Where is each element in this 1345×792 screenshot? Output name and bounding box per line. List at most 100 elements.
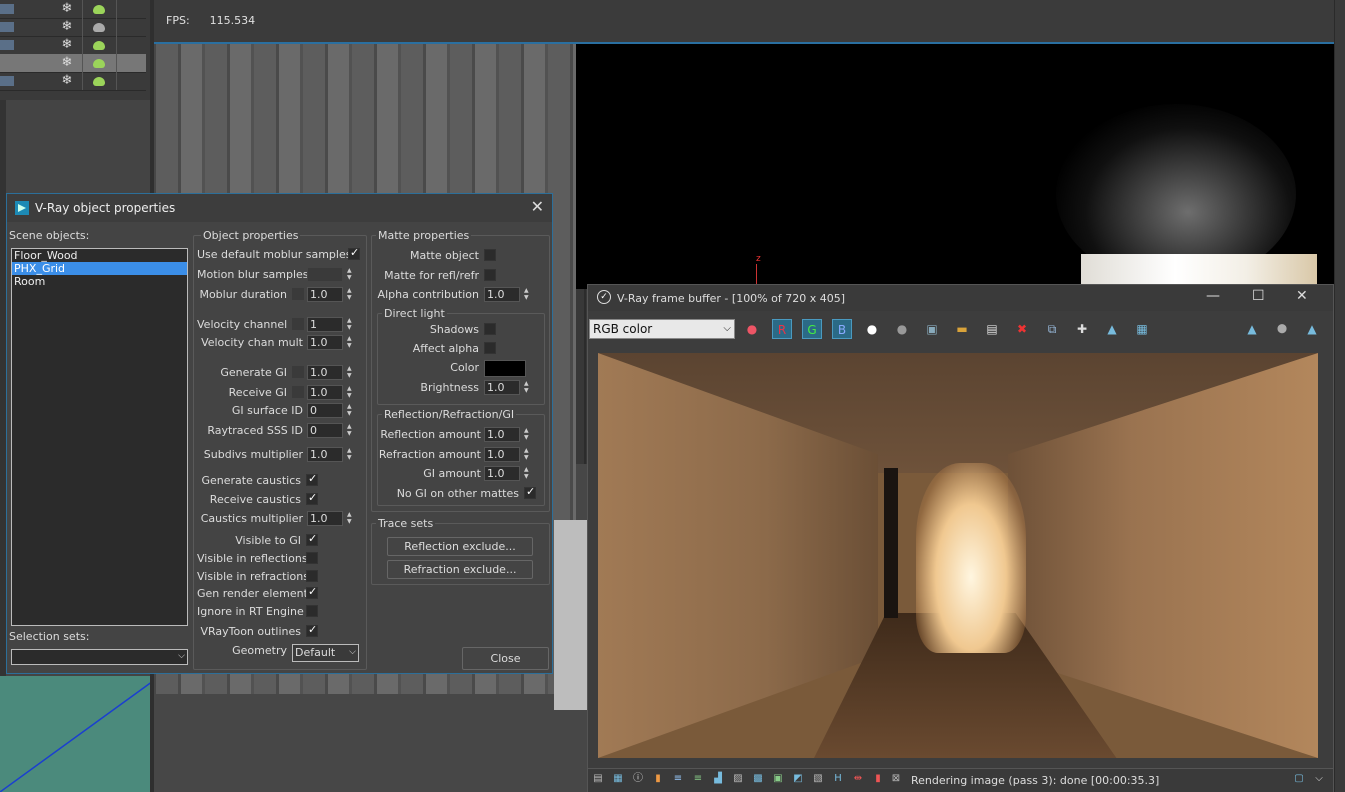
histogram-icon[interactable]: ▟ <box>712 773 724 785</box>
compare-icon[interactable]: ▦ <box>1132 319 1152 339</box>
close-icon[interactable]: ✕ <box>1296 288 1308 304</box>
duplicate-vfb-icon[interactable]: ⧉ <box>1042 319 1062 339</box>
hdr-icon[interactable]: H <box>832 773 844 785</box>
use-default-moblur-checkbox[interactable] <box>348 246 360 260</box>
command-panel-edge <box>1334 0 1345 792</box>
teapot-render-icon[interactable] <box>90 38 108 52</box>
viewport-header: FPS: 115.534 <box>154 0 1334 44</box>
curve-icon[interactable]: ▨ <box>732 773 744 785</box>
clipboard-icon[interactable]: ▤ <box>982 319 1002 339</box>
moblur-duration-checkbox[interactable] <box>292 288 304 300</box>
ignore-in-rt-checkbox[interactable] <box>306 605 318 617</box>
scene-row[interactable]: ❄ <box>0 36 146 55</box>
scene-row[interactable]: ❄ <box>0 0 146 19</box>
info-icon[interactable]: ⓘ <box>632 773 644 785</box>
channel-select[interactable]: RGB color ⌵ <box>589 319 735 339</box>
open-folder-icon[interactable]: ▬ <box>952 319 972 339</box>
scene-row[interactable]: ❄ <box>0 72 146 91</box>
minimize-icon[interactable]: — <box>1206 288 1220 304</box>
visible-to-gi-checkbox[interactable] <box>306 532 318 546</box>
color-correction-icon[interactable]: ▮ <box>652 773 664 785</box>
freeze-icon[interactable]: ❄ <box>58 19 76 35</box>
shadows-checkbox[interactable] <box>484 323 496 335</box>
fps-readout: FPS: 115.534 <box>166 14 256 27</box>
selection-sets-dropdown[interactable]: ⌵ <box>11 649 188 665</box>
blue-channel-button[interactable]: B <box>832 319 852 339</box>
false-color-icon[interactable]: ▮ <box>872 773 884 785</box>
maximize-icon[interactable]: ☐ <box>1252 288 1265 304</box>
close-icon[interactable]: ✕ <box>531 197 544 216</box>
matte-refl-checkbox[interactable] <box>484 269 496 281</box>
freeze-icon[interactable]: ❄ <box>58 37 76 53</box>
vfb-title: V-Ray frame buffer - [100% of 720 x 405] <box>617 292 846 305</box>
vfb-titlebar[interactable]: ✓ V-Ray frame buffer - [100% of 720 x 40… <box>588 285 1333 311</box>
clamp-icon[interactable]: ⇹ <box>852 773 864 785</box>
levels-icon[interactable]: ≡ <box>692 773 704 785</box>
dialog-title: V-Ray object properties <box>35 201 176 215</box>
lens-effects-icon[interactable]: ⊠ <box>890 773 902 785</box>
close-button[interactable]: Close <box>462 647 549 670</box>
receive-gi-checkbox[interactable] <box>292 386 304 398</box>
list-item[interactable]: Room <box>12 275 187 288</box>
render-teapot-icon[interactable]: ▲ <box>1242 319 1262 339</box>
vraytoon-outlines-checkbox[interactable] <box>306 623 318 637</box>
hsl-icon[interactable]: ≡ <box>672 773 684 785</box>
refraction-exclude-button[interactable]: Refraction exclude... <box>387 560 533 579</box>
visible-in-reflections-checkbox[interactable] <box>306 552 318 564</box>
matte-properties-header: Matte properties <box>376 229 472 242</box>
pixel-info-icon[interactable]: ▦ <box>612 773 624 785</box>
scene-row[interactable]: ❄ <box>0 18 146 37</box>
visible-in-refractions-checkbox[interactable] <box>306 570 318 582</box>
alpha-white-icon[interactable]: ● <box>862 319 882 339</box>
velocity-channel-checkbox[interactable] <box>292 318 304 330</box>
matte-object-checkbox[interactable] <box>484 249 496 261</box>
reflection-amount-label: Reflection amount <box>380 428 481 441</box>
render-image[interactable] <box>598 353 1318 758</box>
mono-icon[interactable]: ● <box>892 319 912 339</box>
gizmo-axis-label: z <box>756 254 761 264</box>
geometry-label: Geometry <box>232 644 287 657</box>
teapot-render-icon[interactable] <box>90 74 108 88</box>
panel-toggle-icon[interactable]: ▢ <box>1293 773 1305 785</box>
receive-caustics-label: Receive caustics <box>209 493 301 506</box>
geometry-dropdown[interactable]: Default ⌵ <box>292 644 359 662</box>
lut-icon[interactable]: ◩ <box>792 773 804 785</box>
clear-image-icon[interactable]: ✖ <box>1012 319 1032 339</box>
list-item[interactable]: PHX_Grid <box>12 262 187 275</box>
green-channel-button[interactable]: G <box>802 319 822 339</box>
color-swatch[interactable] <box>484 360 526 377</box>
track-mouse-icon[interactable]: ✚ <box>1072 319 1092 339</box>
generate-caustics-checkbox[interactable] <box>306 472 318 486</box>
generate-gi-checkbox[interactable] <box>292 366 304 378</box>
exposure-icon[interactable]: ▩ <box>752 773 764 785</box>
dialog-titlebar[interactable]: V-Ray object properties ✕ <box>7 194 552 222</box>
red-channel-button[interactable]: R <box>772 319 792 339</box>
scene-row[interactable]: ❄ <box>0 54 146 73</box>
reflection-exclude-button[interactable]: Reflection exclude... <box>387 537 533 556</box>
expand-icon[interactable]: ⌵ <box>1313 773 1325 785</box>
render-region-icon[interactable]: ▲ <box>1102 319 1122 339</box>
vray-frame-buffer-window: ✓ V-Ray frame buffer - [100% of 720 x 40… <box>587 284 1334 792</box>
ocio-icon[interactable]: ▧ <box>812 773 824 785</box>
velocity-chan-mult-label: Velocity chan mult <box>201 336 303 349</box>
freeze-icon[interactable]: ❄ <box>58 73 76 89</box>
background-icon[interactable]: ▣ <box>772 773 784 785</box>
freeze-icon[interactable]: ❄ <box>58 55 76 71</box>
teapot-render-icon[interactable] <box>90 56 108 70</box>
stop-icon[interactable]: ⬤ <box>1272 319 1292 339</box>
no-gi-other-mattes-checkbox[interactable] <box>524 485 536 499</box>
affect-alpha-checkbox[interactable] <box>484 342 496 354</box>
save-image-icon[interactable]: ▣ <box>922 319 942 339</box>
gi-surface-id-label: GI surface ID <box>231 404 303 417</box>
color-channels-icon[interactable]: ● <box>742 319 762 339</box>
vray-object-properties-dialog: V-Ray object properties ✕ Scene objects:… <box>6 193 553 674</box>
receive-caustics-checkbox[interactable] <box>306 491 318 505</box>
freeze-icon[interactable]: ❄ <box>58 1 76 17</box>
teapot-render-icon[interactable] <box>90 20 108 34</box>
history-icon[interactable]: ▤ <box>592 773 604 785</box>
scene-objects-list[interactable]: Floor_Wood PHX_Grid Room <box>11 248 188 626</box>
teapot-render-icon[interactable] <box>90 2 108 16</box>
list-item[interactable]: Floor_Wood <box>12 249 187 262</box>
interactive-render-icon[interactable]: ▲ <box>1302 319 1322 339</box>
gen-render-elements-checkbox[interactable] <box>306 585 318 599</box>
